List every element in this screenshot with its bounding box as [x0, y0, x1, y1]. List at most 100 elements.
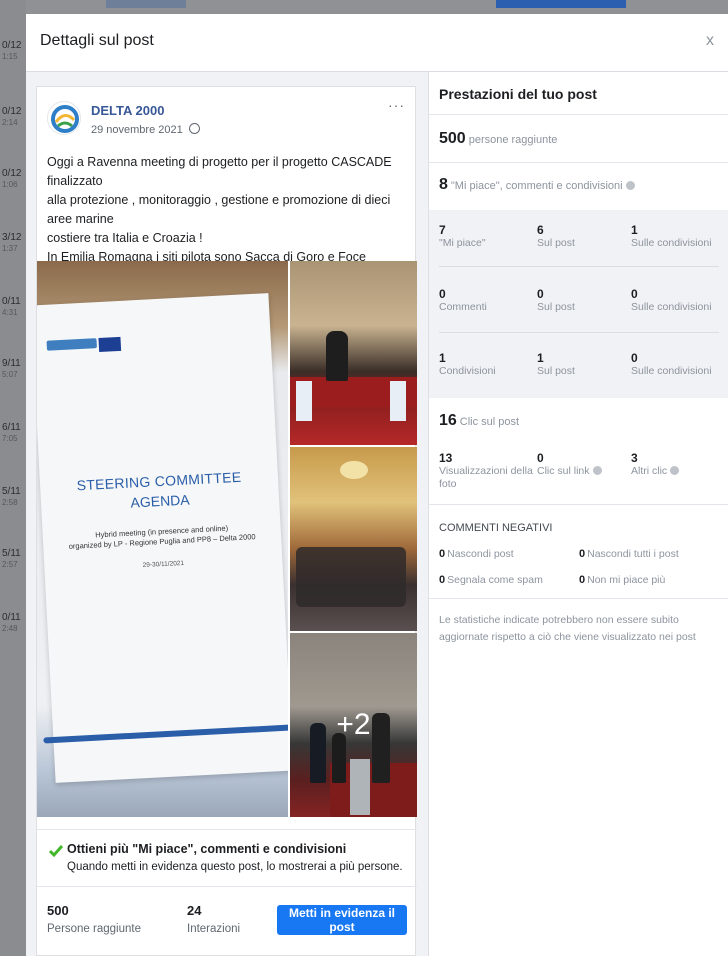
link-clicks-cell: 0 Clic sul link — [537, 452, 602, 478]
post-media: STEERING COMMITTEE AGENDA Hybrid meeting… — [37, 261, 417, 817]
boost-post-button[interactable]: Metti in evidenza il post — [277, 905, 407, 935]
background-list: 0/12 1:15 0/12 2:14 0/12 1:06 3/12 1:37 0/11… — [0, 0, 26, 956]
background-date: 5/11 2:58 — [2, 486, 21, 507]
reach-value: 500 — [47, 903, 69, 918]
boost-tip: Ottieni più "Mi piace", commenti e condi… — [37, 829, 417, 887]
modal-header: Dettagli sul post x — [26, 14, 728, 72]
check-icon — [49, 845, 63, 858]
cell-label: Sul post — [537, 365, 575, 377]
globe-icon — [188, 123, 200, 134]
reach-label: Persone raggiunte — [47, 923, 141, 935]
stat-label: Nascondi tutti i post — [587, 548, 679, 560]
shares-cell: 1 Condivisioni — [439, 352, 496, 378]
background-date: 0/12 2:14 — [2, 106, 22, 127]
interreg-logo-icon — [46, 336, 128, 363]
divider — [429, 162, 728, 163]
cell-label: Altri clic — [631, 465, 680, 478]
post-text-line: alla protezione , monitoraggio , gestion… — [47, 193, 391, 226]
post-photo-2[interactable] — [290, 261, 417, 445]
post-stats: 500 Persone raggiunte 24 Interazioni Met… — [37, 887, 417, 956]
reach-summary: 500 persone raggiunte — [439, 130, 557, 148]
stat-value: 0 — [579, 574, 586, 586]
photo-detail — [340, 461, 368, 479]
cell-value: 7 — [439, 223, 446, 237]
cell-label: Sul post — [537, 301, 575, 313]
post-card: DELTA 2000 29 novembre 2021 ··· Oggi a R… — [36, 86, 417, 956]
cell-label: Commenti — [439, 301, 487, 313]
cell-label: Visualizzazioni della — [439, 465, 533, 477]
interactions-label: Interazioni — [187, 923, 241, 935]
cell-value: 3 — [631, 451, 638, 465]
clicks-summary-label: Clic sul post — [459, 416, 520, 428]
reactions-summary-label: "Mi piace", commenti e condivisioni — [450, 180, 623, 192]
cell-label: Clic sul link — [537, 465, 602, 478]
agenda-date: 29-30/11/2021 — [142, 559, 185, 570]
cell-label-text: Altri clic — [631, 465, 668, 477]
cell-value: 0 — [631, 287, 638, 301]
divider — [439, 266, 719, 267]
agenda-subtitle: Hybrid meeting (in presence and online) o… — [43, 521, 282, 553]
cell-value: 1 — [439, 351, 446, 365]
post-photo-3[interactable] — [290, 447, 417, 631]
cell-value: 0 — [537, 287, 544, 301]
background-date: 3/12 1:37 — [2, 232, 22, 253]
cell-value: 1 — [631, 223, 638, 237]
divider — [429, 598, 728, 599]
info-icon[interactable] — [625, 181, 635, 190]
comments-on-shares-cell: 0 Sulle condivisioni — [631, 288, 712, 314]
info-icon[interactable] — [670, 466, 680, 475]
stat-value: 0 — [439, 574, 446, 586]
cell-value: 6 — [537, 223, 544, 237]
other-clicks-cell: 3 Altri clic — [631, 451, 680, 478]
document-stripe — [43, 723, 288, 744]
cell-label: "Mi piace" — [439, 237, 486, 249]
likes-cell: 7 "Mi piace" — [439, 224, 486, 250]
clicks-summary-value: 16 — [439, 412, 457, 429]
hide-all-posts-stat: 0 Nascondi tutti i post — [579, 548, 679, 560]
more-options-icon[interactable]: ··· — [388, 97, 405, 113]
agenda-document: STEERING COMMITTEE AGENDA Hybrid meeting… — [37, 293, 288, 783]
boost-tip-title: Ottieni più "Mi piace", commenti e condi… — [67, 842, 347, 856]
photo-detail — [296, 381, 312, 421]
likes-on-shares-cell: 1 Sulle condivisioni — [631, 224, 712, 250]
post-performance-panel: Prestazioni del tuo post 500 persone ragg… — [428, 72, 728, 956]
background-date: 0/11 2:48 — [2, 612, 21, 633]
comments-on-post-cell: 0 Sul post — [537, 288, 575, 314]
background-date: 0/12 1:06 — [2, 168, 22, 189]
interactions-value: 24 — [187, 903, 202, 918]
cell-label: Sul post — [537, 237, 575, 249]
background-block — [496, 0, 626, 8]
background-date: 5/11 2:57 — [2, 548, 21, 569]
post-text-line: costiere tra Italia e Croazia ! — [47, 231, 203, 245]
page-avatar[interactable] — [47, 101, 81, 135]
cell-label-text: Clic sul link — [537, 465, 590, 477]
post-header: DELTA 2000 29 novembre 2021 ··· — [37, 87, 415, 149]
cell-label: Sulle condivisioni — [631, 365, 712, 377]
post-photo-4[interactable]: +2 — [290, 633, 417, 817]
report-spam-stat: 0 Segnala come spam — [439, 574, 543, 586]
info-icon[interactable] — [592, 466, 602, 475]
negative-feedback-title: COMMENTI NEGATIVI — [439, 522, 553, 534]
post-date-text: 29 novembre 2021 — [91, 124, 183, 136]
post-photo-main[interactable]: STEERING COMMITTEE AGENDA Hybrid meeting… — [37, 261, 288, 817]
post-date[interactable]: 29 novembre 2021 — [91, 123, 200, 136]
post-details-modal: Dettagli sul post x DELTA 2000 29 novemb… — [26, 14, 728, 956]
more-photos-count[interactable]: +2 — [290, 633, 417, 817]
cell-label: Condivisioni — [439, 365, 496, 377]
cell-value: 0 — [631, 351, 638, 365]
delta-logo-icon — [51, 105, 79, 133]
post-text: Oggi a Ravenna meeting di progetto per i… — [37, 149, 415, 283]
page-name-link[interactable]: DELTA 2000 — [91, 103, 164, 118]
divider — [439, 332, 719, 333]
cell-label: foto — [439, 478, 457, 490]
close-icon[interactable]: x — [706, 32, 714, 50]
cell-label: Sulle condivisioni — [631, 301, 712, 313]
performance-title: Prestazioni del tuo post — [439, 86, 597, 102]
background-block — [106, 0, 186, 8]
stat-label: Nascondi post — [447, 548, 514, 560]
hide-post-stat: 0 Nascondi post — [439, 548, 514, 560]
stat-value: 0 — [439, 548, 446, 560]
cell-label: Sulle condivisioni — [631, 237, 712, 249]
reactions-summary: 8 "Mi piace", commenti e condivisioni — [439, 176, 635, 194]
stat-label: Segnala come spam — [447, 574, 543, 586]
